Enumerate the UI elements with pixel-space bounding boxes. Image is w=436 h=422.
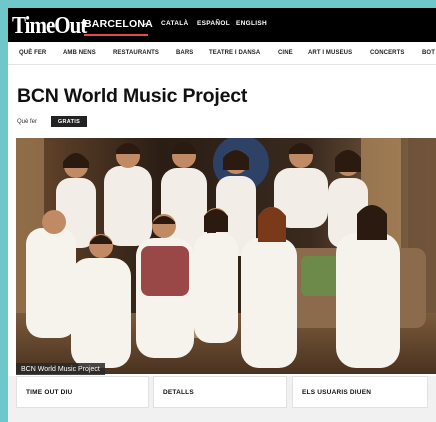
group-photo-illustration [16, 138, 436, 374]
nav-item-cine[interactable]: CINE [278, 50, 293, 56]
nav-item-teatre-dansa[interactable]: TEATRE I DANSA [209, 50, 260, 56]
nav-item-amb-nens[interactable]: AMB NENS [63, 50, 96, 56]
nav-item-bot[interactable]: BOT [422, 50, 435, 56]
nav-item-art-museus[interactable]: ART I MUSEUS [308, 50, 352, 56]
category-nav: QUÈ FER AMB NENS RESTAURANTS BARS TEATRE… [8, 42, 436, 65]
timeout-logo[interactable]: TimeOut [12, 10, 87, 39]
city-underline [84, 34, 148, 36]
tab-time-out-diu[interactable]: TIME OUT DIU [16, 376, 149, 408]
photo-caption: BCN World Music Project [16, 363, 105, 375]
nav-item-que-fer[interactable]: QUÈ FER [19, 50, 46, 56]
chevron-down-icon[interactable]: ⌄ [141, 17, 149, 28]
top-header: TimeOut BARCELONA ⌄ CATALÀ ESPAÑOL ENGLI… [8, 8, 436, 42]
free-badge: GRATIS [51, 116, 87, 127]
nav-item-bars[interactable]: BARS [176, 50, 193, 56]
nav-item-concerts[interactable]: CONCERTS [370, 50, 404, 56]
tab-detalls[interactable]: DETALLS [153, 376, 287, 408]
logo-text: TimeOut [12, 10, 87, 39]
page-title: BCN World Music Project [17, 85, 248, 107]
nav-item-restaurants[interactable]: RESTAURANTS [113, 50, 159, 56]
tab-els-usuaris-diuen[interactable]: ELS USUARIS DIUEN [292, 376, 428, 408]
event-photo[interactable] [16, 138, 436, 374]
language-english[interactable]: ENGLISH [236, 20, 267, 27]
browser-frame: TimeOut BARCELONA ⌄ CATALÀ ESPAÑOL ENGLI… [8, 8, 436, 422]
language-espanol[interactable]: ESPAÑOL [197, 20, 230, 27]
category-label[interactable]: Què fer [17, 119, 37, 125]
language-catala[interactable]: CATALÀ [161, 20, 189, 27]
